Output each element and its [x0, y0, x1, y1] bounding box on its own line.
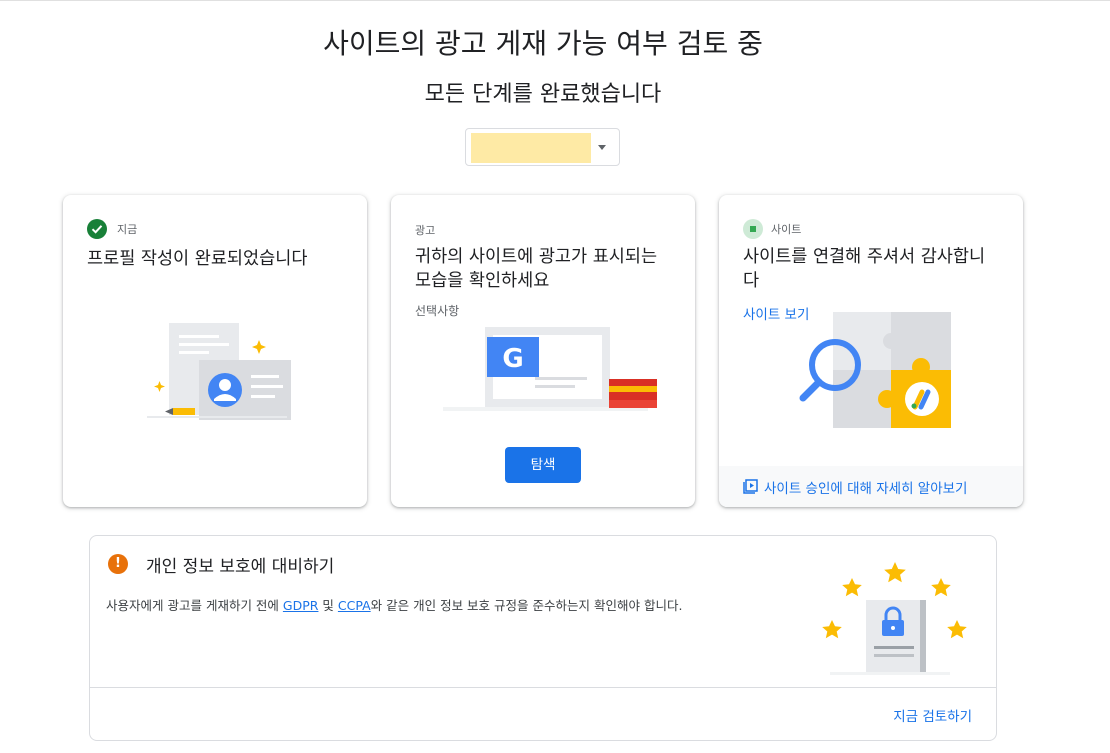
profile-step-card: 지금 프로필 작성이 완료되었습니다 — [63, 195, 367, 507]
locked-document-stars-illustration — [822, 562, 967, 675]
gdpr-link[interactable]: GDPR — [283, 598, 319, 613]
top-divider — [0, 0, 1110, 1]
site-selector-value — [471, 133, 591, 163]
privacy-text-before: 사용자에게 광고를 게재하기 전에 — [106, 598, 283, 613]
profile-card-illustration — [147, 323, 291, 420]
caret-down-icon — [598, 145, 606, 150]
optional-label: 선택사항 — [415, 304, 460, 318]
warning-circle-icon: ! — [108, 554, 128, 574]
card-heading: 사이트를 연결해 주셔서 감사합니다 — [743, 247, 986, 291]
privacy-text-after: 와 같은 개인 정보 보호 규정을 준수하는지 확인해야 합니다. — [370, 598, 683, 613]
google-g-letter: G — [502, 344, 523, 374]
video-library-icon — [743, 479, 758, 494]
check-circle-icon — [87, 219, 107, 239]
learn-site-approval-link[interactable]: 사이트 승인에 대해 자세히 알아보기 — [719, 466, 1023, 507]
card-status: 광고 — [415, 222, 435, 238]
learn-site-approval-label: 사이트 승인에 대해 자세히 알아보기 — [764, 480, 968, 497]
privacy-title: 개인 정보 보호에 대비하기 — [146, 557, 335, 577]
privacy-description: 사용자에게 광고를 게재하기 전에 GDPR 및 CCPA와 같은 개인 정보 … — [106, 595, 682, 614]
card-status-label: 사이트 — [771, 223, 802, 236]
page-subtitle: 모든 단계를 완료했습니다 — [424, 82, 662, 107]
explore-button[interactable]: 탐색 — [505, 447, 581, 483]
ads-preview-card: 광고 귀하의 사이트에 광고가 표시되는 모습을 확인하세요 선택사항 G 탐색 — [391, 195, 695, 507]
card-status: 지금 — [87, 219, 137, 239]
card-status: 사이트 — [743, 219, 801, 239]
card-heading: 귀하의 사이트에 광고가 표시되는 모습을 확인하세요 — [415, 247, 658, 291]
privacy-divider — [90, 687, 996, 688]
site-selector-dropdown[interactable] — [465, 128, 620, 166]
card-heading: 프로필 작성이 완료되었습니다 — [87, 249, 308, 269]
page-title: 사이트의 광고 게재 가능 여부 검토 중 — [323, 27, 763, 60]
site-connect-card: 사이트 사이트를 연결해 주셔서 감사합니다 사이트 보기 사이트 승인에 대해… — [719, 195, 1023, 507]
privacy-card: ! 개인 정보 보호에 대비하기 사용자에게 광고를 게재하기 전에 GDPR … — [89, 535, 997, 741]
google-ads-preview-illustration: G — [443, 327, 657, 411]
site-dot-icon — [743, 219, 763, 239]
card-status-label: 지금 — [117, 223, 138, 236]
puzzle-magnifier-illustration — [799, 312, 951, 428]
ccpa-link[interactable]: CCPA — [338, 598, 371, 613]
review-now-button[interactable]: 지금 검토하기 — [893, 705, 972, 725]
privacy-text-mid: 및 — [318, 598, 338, 613]
card-status-label: 광고 — [415, 224, 436, 237]
